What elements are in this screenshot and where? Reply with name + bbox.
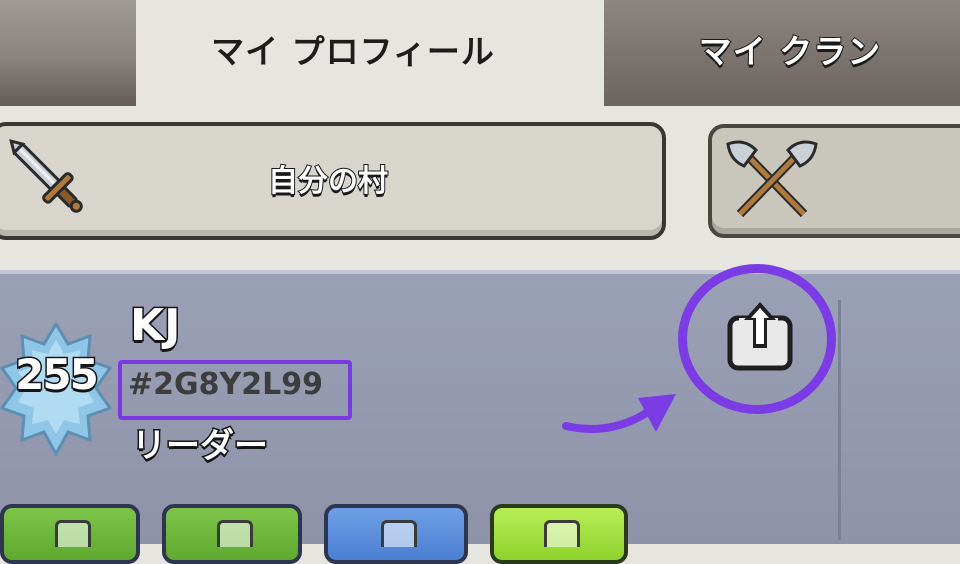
subtab-home-village-label: 自分の村 bbox=[267, 163, 389, 200]
player-role: リーダー bbox=[131, 425, 270, 468]
sword-icon bbox=[9, 139, 83, 213]
action-button-1[interactable] bbox=[0, 504, 140, 564]
action-icon bbox=[544, 520, 580, 547]
tab-my-profile-label: マイ プロフィール bbox=[211, 32, 495, 71]
tab-divider bbox=[586, 0, 604, 106]
subtab-home-village[interactable]: 自分の村 bbox=[0, 122, 666, 240]
pointer-arrow-icon bbox=[562, 394, 676, 433]
tab-strip-left-edge bbox=[0, 0, 136, 106]
player-tag[interactable]: #2G8Y2L99 bbox=[128, 367, 323, 402]
action-button-3[interactable] bbox=[324, 504, 468, 564]
action-button-2[interactable] bbox=[162, 504, 302, 564]
tab-my-clan-label: マイ クラン bbox=[698, 31, 882, 72]
tab-my-clan[interactable]: マイ クラン bbox=[604, 0, 960, 106]
tab-my-profile[interactable]: マイ プロフィール bbox=[136, 0, 586, 106]
action-button-4[interactable] bbox=[490, 504, 628, 564]
panel-divider bbox=[838, 300, 841, 540]
player-name: KJ bbox=[128, 299, 181, 353]
action-icon bbox=[381, 520, 417, 547]
level-number: 255 bbox=[14, 349, 101, 401]
share-icon[interactable] bbox=[726, 300, 794, 372]
crossed-axes-icon bbox=[726, 140, 818, 218]
action-icon bbox=[217, 520, 253, 547]
action-icon bbox=[55, 520, 91, 547]
